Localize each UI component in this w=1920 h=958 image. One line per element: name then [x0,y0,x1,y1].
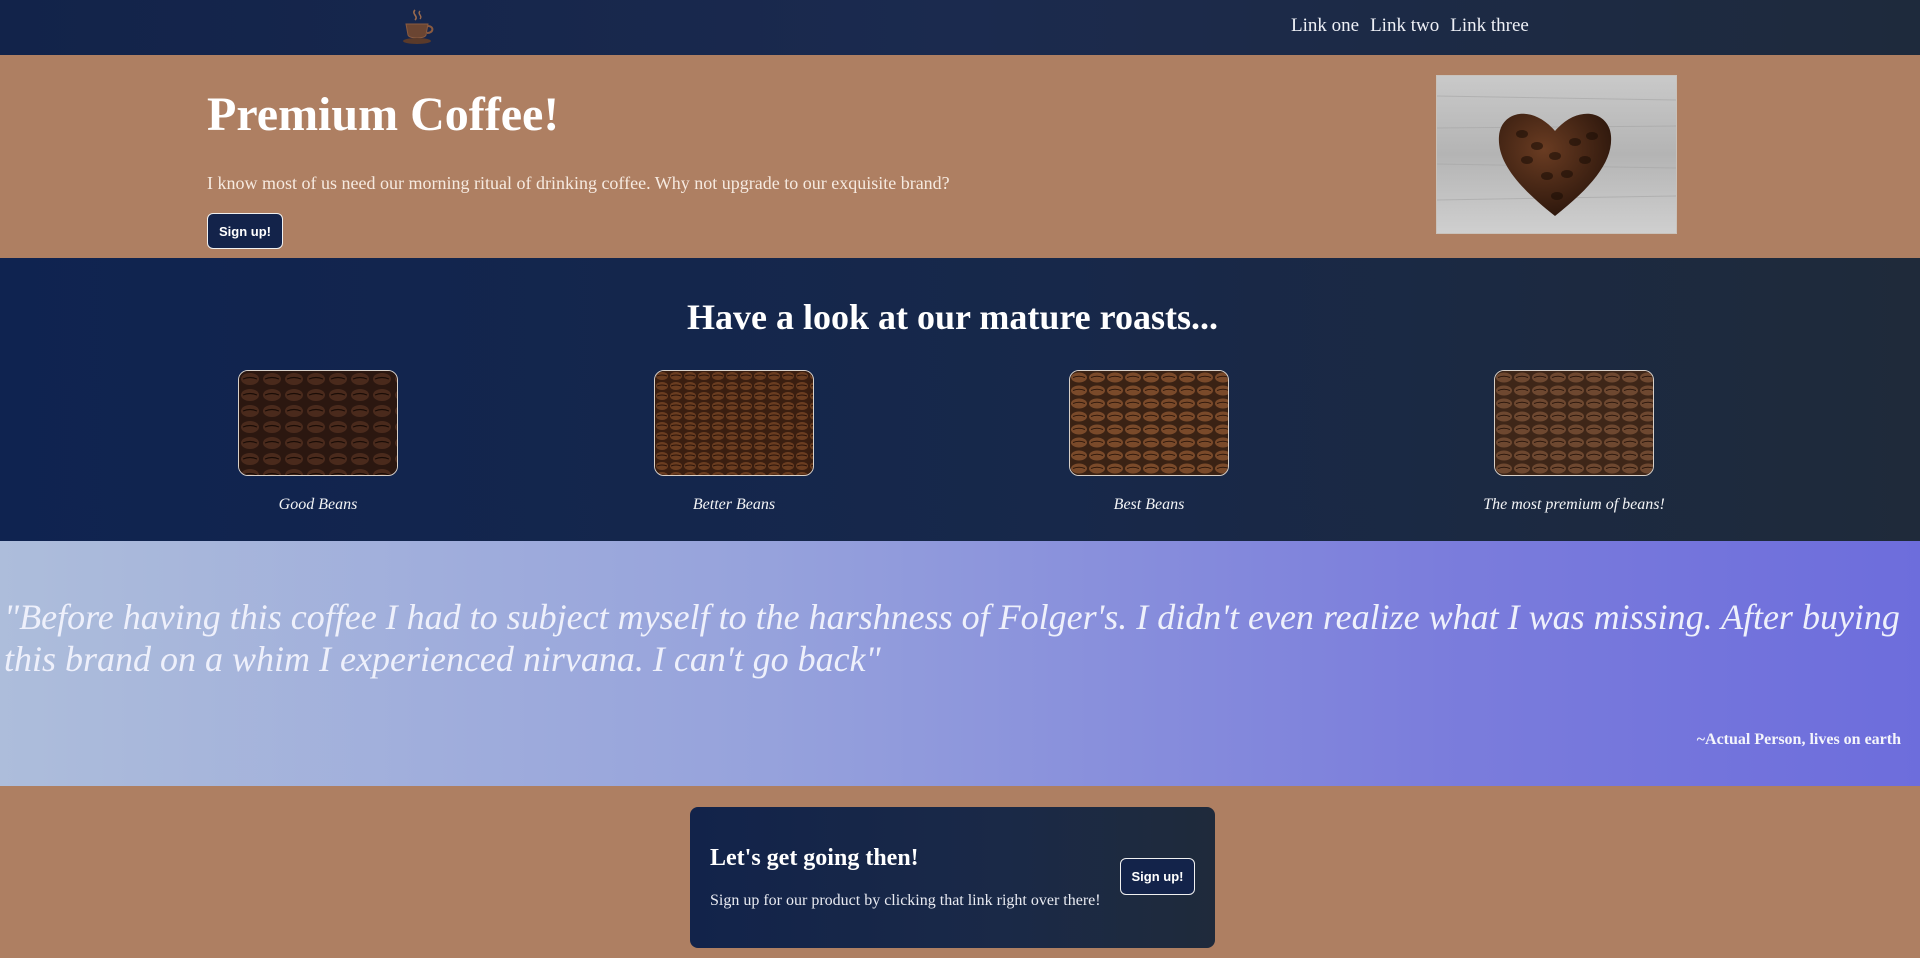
hero-signup-button[interactable]: Sign up! [207,213,283,249]
roast-caption: The most premium of beans! [1483,496,1665,513]
roast-caption: Best Beans [1113,496,1185,513]
cta-card: Let's get going then! Sign up for our pr… [690,807,1215,948]
roast-caption: Good Beans [278,496,358,513]
roast-card: Better Beans [654,370,814,514]
cta-signup-button[interactable]: Sign up! [1120,858,1195,895]
coffee-beans-image [1069,370,1229,476]
roasts-title: Have a look at our mature roasts... [687,297,1218,337]
coffee-beans-image [238,370,398,476]
testimonial-author: ~Actual Person, lives on earth [1696,731,1901,748]
roast-card: Good Beans [238,370,398,514]
coffee-beans-image [654,370,814,476]
nav-link-one[interactable]: Link one [1291,15,1359,37]
roasts-section: Have a look at our mature roasts... Good… [0,258,1920,541]
nav-link-three[interactable]: Link three [1450,15,1529,37]
hero-section: Premium Coffee! I know most of us need o… [0,55,1920,258]
roast-card: Best Beans [1069,370,1229,514]
nav-links: Link one Link two Link three [1291,15,1529,37]
roast-caption: Better Beans [692,496,776,513]
roast-card: The most premium of beans! [1474,370,1674,514]
cta-section: Let's get going then! Sign up for our pr… [0,786,1920,958]
hero-title: Premium Coffee! [207,88,560,141]
testimonial-quote: "Before having this coffee I had to subj… [4,597,1900,679]
coffee-cup-icon[interactable] [400,6,436,46]
cta-title: Let's get going then! [710,845,919,871]
top-navbar: Link one Link two Link three [0,0,1920,55]
nav-link-two[interactable]: Link two [1370,15,1439,37]
testimonial-section: "Before having this coffee I had to subj… [0,541,1920,786]
coffee-beans-image [1494,370,1654,476]
hero-description: I know most of us need our morning ritua… [207,173,950,193]
coffee-bean-heart-image [1436,75,1677,234]
cta-description: Sign up for our product by clicking that… [710,892,1101,909]
